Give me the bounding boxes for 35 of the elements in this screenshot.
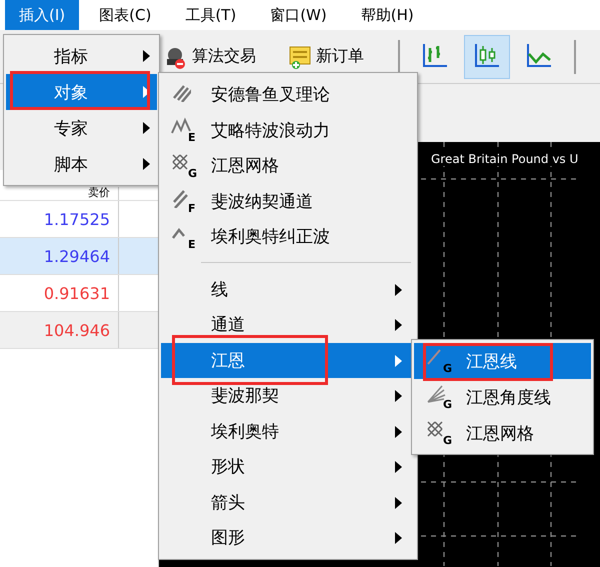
menu-item[interactable]: 形状 bbox=[161, 449, 415, 484]
icon-letter: E bbox=[188, 238, 196, 250]
menu-bar-item[interactable]: 图表(C) bbox=[85, 0, 166, 30]
menu-item[interactable]: 图形 bbox=[161, 520, 415, 556]
menu-item[interactable]: G 江恩网格 bbox=[414, 415, 591, 451]
menu-item[interactable]: 箭头 bbox=[161, 484, 415, 520]
menu-bar-item[interactable]: 窗口(W) bbox=[256, 0, 341, 30]
menu-bar-item[interactable]: 插入(I) bbox=[5, 0, 80, 30]
price-cell: 104.946 bbox=[0, 312, 119, 348]
menu-item[interactable]: G 江恩网格 bbox=[161, 148, 415, 184]
menu-item[interactable]: 专家 bbox=[6, 110, 157, 146]
menu-bar-item[interactable]: 工具(T) bbox=[171, 0, 250, 30]
icon-letter: G bbox=[188, 168, 198, 179]
icon-letter: E bbox=[188, 132, 196, 144]
menu-item[interactable]: F 斐波纳契通道 bbox=[161, 184, 415, 219]
menu-item[interactable]: G 江恩角度线 bbox=[414, 379, 591, 415]
price-cell: 1.17525 bbox=[0, 201, 119, 237]
icon-letter: G bbox=[443, 363, 452, 374]
menu-item[interactable]: E 艾略特波浪动力 bbox=[161, 112, 415, 148]
menu-item[interactable]: 指标 bbox=[6, 38, 157, 74]
menu-bar-item[interactable]: 帮助(H) bbox=[346, 0, 428, 30]
menu-item[interactable]: 脚本 bbox=[6, 146, 157, 182]
price-cell: 1.29464 bbox=[0, 238, 119, 274]
menu-item[interactable]: 埃利奥特 bbox=[161, 414, 415, 449]
icon-letter: G bbox=[443, 435, 452, 446]
menu-item[interactable]: E 埃利奥特纠正波 bbox=[161, 219, 415, 254]
toolbar-button[interactable]: 新订单 bbox=[284, 42, 368, 72]
menu-item[interactable]: 线 bbox=[161, 272, 415, 307]
chart-title: Great Britain Pound vs U bbox=[431, 152, 578, 166]
column-header: 卖价 bbox=[0, 187, 119, 200]
icon-letter: F bbox=[188, 203, 196, 214]
toolbar-button[interactable]: 算法交易 bbox=[160, 42, 260, 72]
icon-letter: G bbox=[443, 399, 452, 410]
menu-item[interactable]: 安德鲁鱼叉理论 bbox=[161, 77, 415, 112]
price-cell: 0.91631 bbox=[0, 275, 119, 311]
